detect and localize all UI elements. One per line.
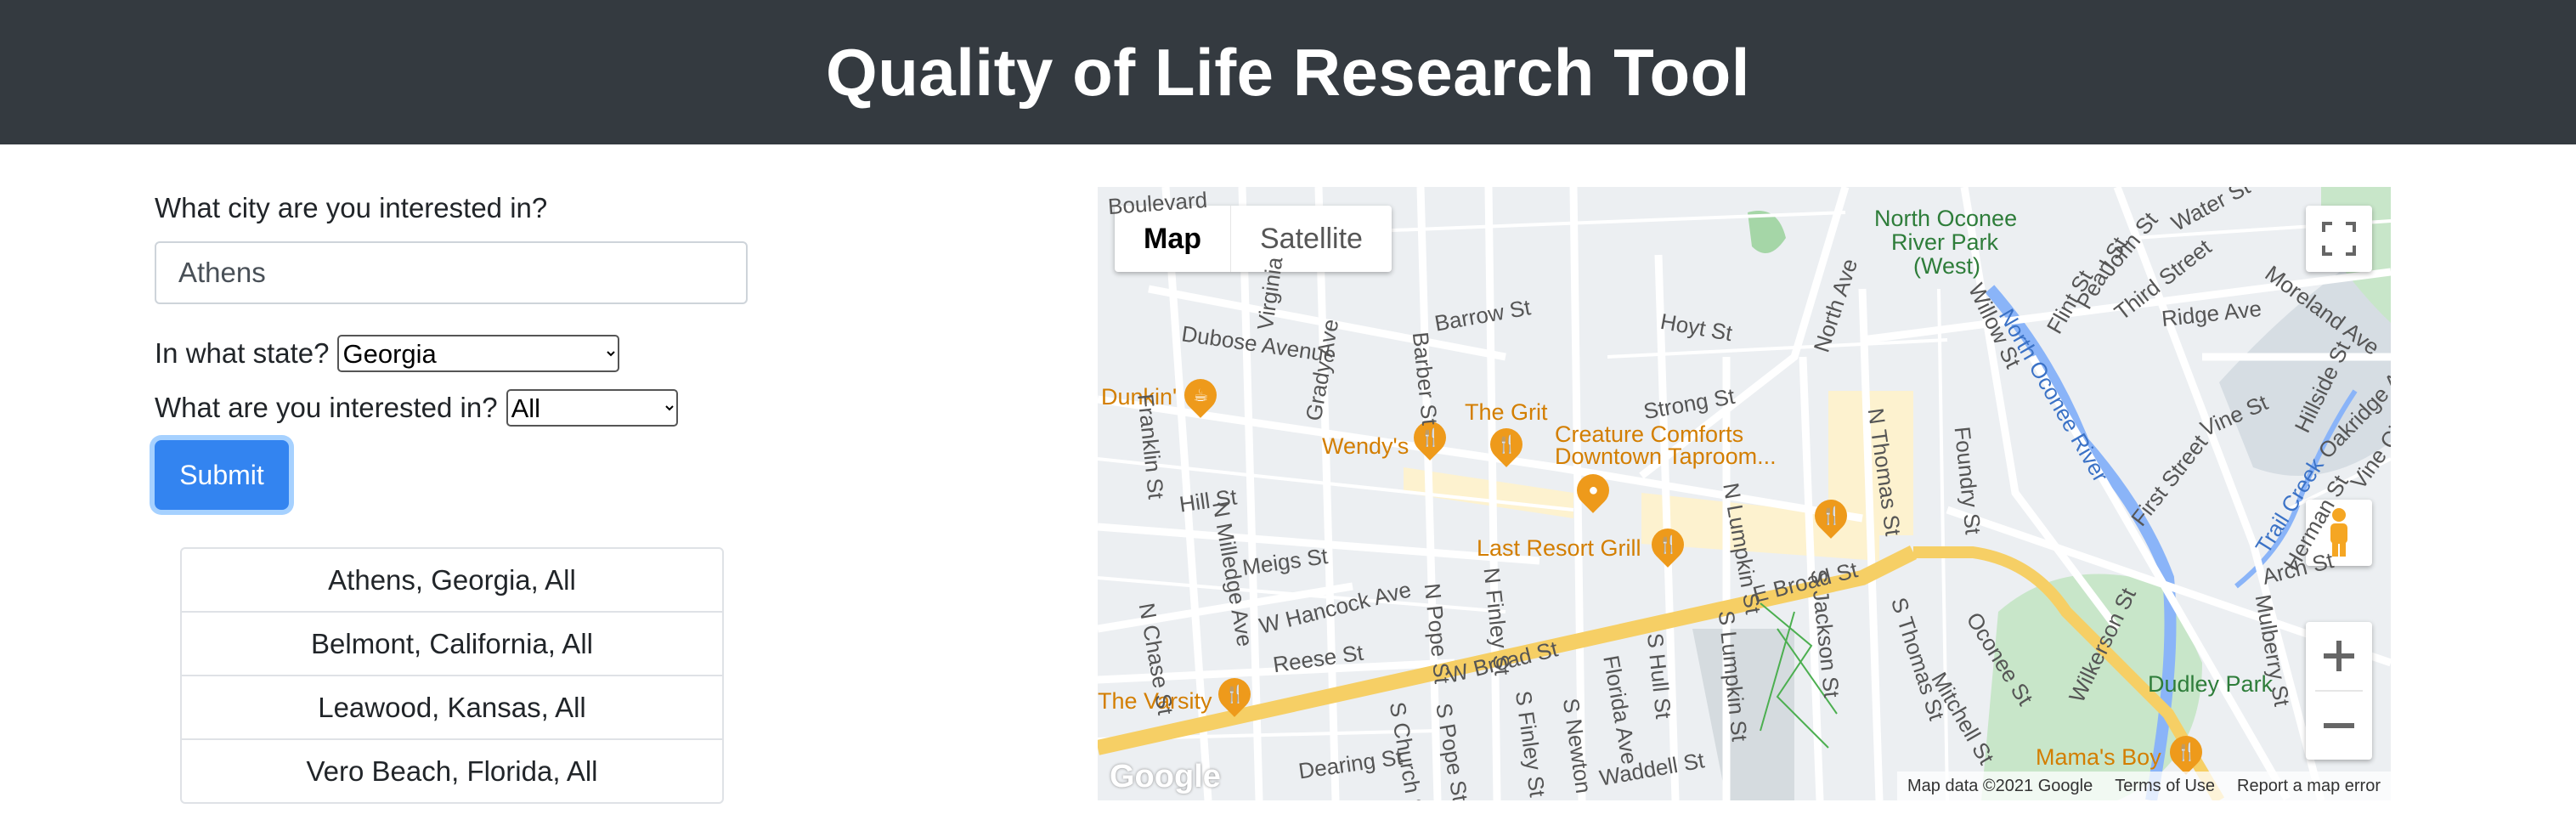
park-label: North Oconee — [1874, 206, 2018, 231]
interest-select[interactable]: All — [506, 389, 678, 427]
poi-label[interactable]: Wendy's — [1322, 433, 1409, 460]
zoom-control — [2306, 622, 2372, 760]
history-item[interactable]: Leawood, Kansas, All — [182, 676, 722, 740]
state-label: In what state? — [155, 337, 330, 369]
map-data-attribution: Map data ©2021 Google — [1907, 776, 2093, 795]
terms-link[interactable]: Terms of Use — [2115, 777, 2215, 796]
city-label: What city are you interested in? — [155, 192, 548, 223]
map-type-satellite[interactable]: Satellite — [1230, 206, 1392, 272]
poi-label[interactable]: The Grit — [1465, 399, 1548, 426]
app-header: Quality of Life Research Tool — [0, 0, 2576, 144]
zoom-in-button[interactable] — [2306, 622, 2372, 690]
interest-row: What are you interested in? All — [155, 389, 678, 427]
state-select[interactable]: Georgia — [337, 335, 620, 372]
plus-icon — [2324, 641, 2354, 671]
history-item[interactable]: Vero Beach, Florida, All — [182, 740, 722, 802]
state-row: In what state? Georgia — [155, 335, 620, 372]
google-logo: Google — [1110, 759, 1221, 794]
map-view[interactable]: Map Satellite ☕ 🍴 🍴 ● 🍴 🍴 🍴 🍴 Dunkin' We… — [1098, 187, 2391, 800]
interest-label: What are you interested in? — [155, 392, 498, 423]
park-label: River Park — [1891, 229, 1999, 255]
poi-label[interactable]: Downtown Taproom... — [1555, 444, 1777, 470]
fullscreen-icon — [2322, 222, 2356, 256]
page-title: Quality of Life Research Tool — [826, 34, 1750, 110]
poi-label[interactable]: Mama's Boy — [2036, 744, 2161, 771]
map-footer: Map data ©2021 Google Terms of Use Repor… — [1896, 772, 2391, 800]
history-item[interactable]: Belmont, California, All — [182, 613, 722, 676]
fullscreen-button[interactable] — [2306, 206, 2372, 272]
poi-label[interactable]: Last Resort Grill — [1477, 535, 1641, 562]
city-input[interactable] — [155, 241, 748, 304]
park-label: Dudley Park — [2148, 671, 2274, 697]
search-history-list: Athens, Georgia, All Belmont, California… — [180, 547, 724, 804]
history-item[interactable]: Athens, Georgia, All — [182, 549, 722, 613]
park-label: (West) — [1913, 253, 1980, 279]
zoom-out-button[interactable] — [2306, 692, 2372, 760]
submit-button[interactable]: Submit — [155, 440, 289, 510]
report-error-link[interactable]: Report a map error — [2237, 777, 2381, 796]
minus-icon — [2324, 723, 2354, 728]
